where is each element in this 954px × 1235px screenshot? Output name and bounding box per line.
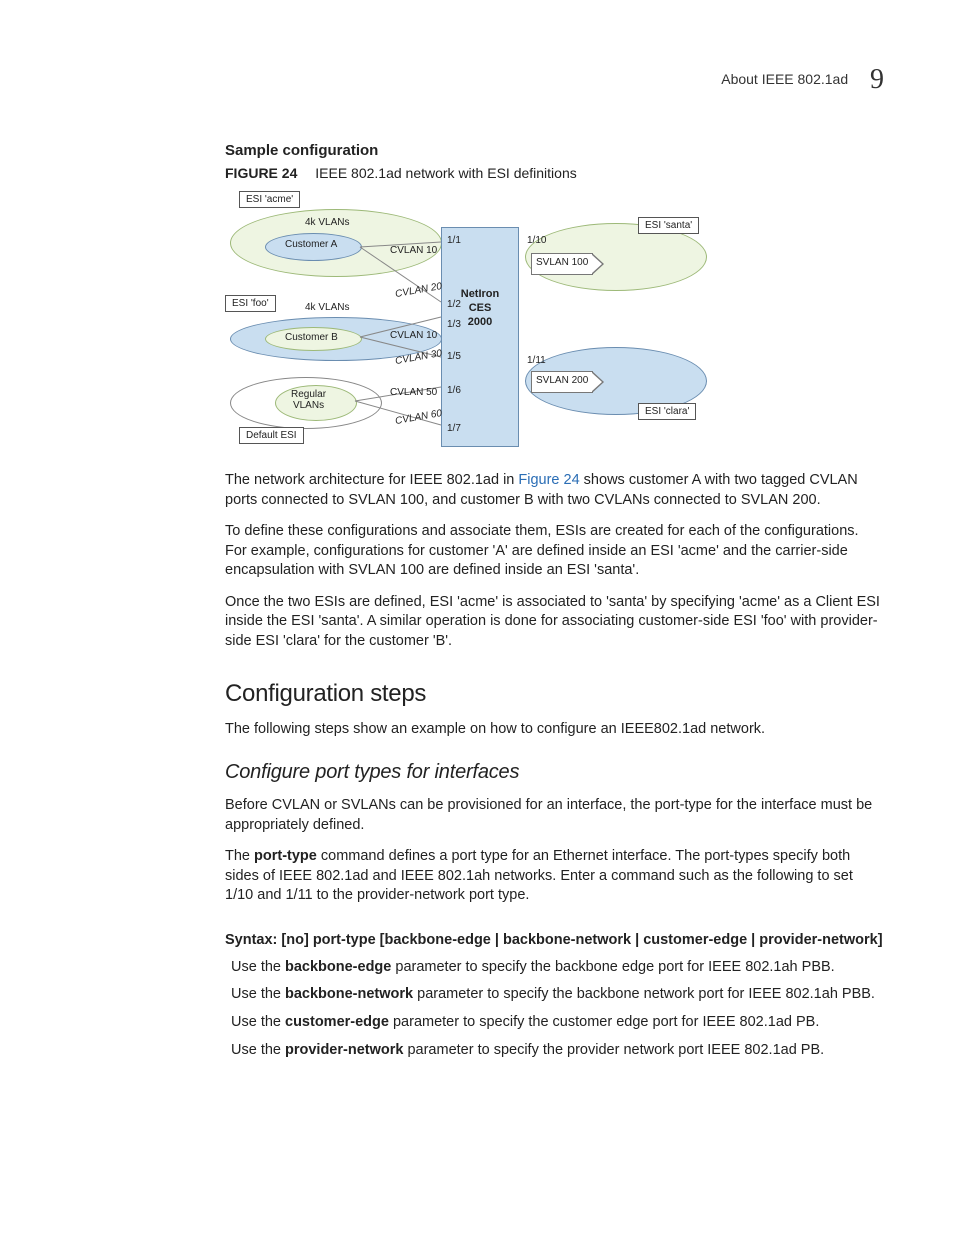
figure-diagram: NetIron CES 2000 ESI 'acme' ESI 'foo' xyxy=(225,187,725,455)
running-header: About IEEE 802.1ad 9 xyxy=(721,64,884,96)
chapter-number: 9 xyxy=(870,64,884,95)
parameter-list: Use the backbone-edge parameter to speci… xyxy=(225,958,884,1060)
page: About IEEE 802.1ad 9 Sample configuratio… xyxy=(0,0,954,1235)
figure-caption-text: IEEE 802.1ad network with ESI definition… xyxy=(315,165,576,181)
pn-c: parameter to specify the provider networ… xyxy=(403,1042,824,1058)
bn-b: backbone-network xyxy=(285,986,413,1002)
pn-b: provider-network xyxy=(285,1042,403,1058)
syntax-body: [no] port-type [backbone-edge | backbone… xyxy=(281,932,882,948)
paragraph-2: To define these configurations and assoc… xyxy=(225,522,884,581)
text-cvlan10b: CVLAN 10 xyxy=(390,330,437,341)
text-cvlan10: CVLAN 10 xyxy=(390,245,437,256)
pn-a: Use the xyxy=(231,1042,285,1058)
port-1-10: 1/10 xyxy=(527,235,546,246)
p6c: command defines a port type for an Ether… xyxy=(225,848,853,903)
arrow-svlan-100: SVLAN 100 xyxy=(531,253,593,275)
p1a: The network architecture for IEEE 802.1a… xyxy=(225,472,518,488)
header-title: About IEEE 802.1ad xyxy=(721,71,848,87)
label-esi-foo: ESI 'foo' xyxy=(225,295,276,312)
text-customer-a: Customer A xyxy=(285,239,337,250)
port-1-1: 1/1 xyxy=(447,235,461,246)
arrow-svlan-200: SVLAN 200 xyxy=(531,371,593,393)
label-esi-clara: ESI 'clara' xyxy=(638,403,696,420)
port-1-6: 1/6 xyxy=(447,385,461,396)
port-type-keyword: port-type xyxy=(254,848,317,864)
text-cvlan50: CVLAN 50 xyxy=(390,387,437,398)
heading-configuration-steps: Configuration steps xyxy=(225,680,884,708)
content: Sample configuration FIGURE 24 IEEE 802.… xyxy=(225,142,884,1060)
bn-c: parameter to specify the backbone networ… xyxy=(413,986,875,1002)
param-customer-edge: Use the customer-edge parameter to speci… xyxy=(231,1013,884,1033)
port-1-2: 1/2 xyxy=(447,299,461,310)
text-regular-vlans: Regular VLANs xyxy=(291,389,326,411)
paragraph-4: The following steps show an example on h… xyxy=(225,720,884,740)
param-backbone-network: Use the backbone-network parameter to sp… xyxy=(231,985,884,1005)
text-4k-vlans-b: 4k VLANs xyxy=(305,302,349,313)
syntax-line: Syntax: [no] port-type [backbone-edge | … xyxy=(225,932,884,948)
p6a: The xyxy=(225,848,254,864)
bn-a: Use the xyxy=(231,986,285,1002)
label-default-esi: Default ESI xyxy=(239,427,304,444)
paragraph-3: Once the two ESIs are defined, ESI 'acme… xyxy=(225,593,884,652)
figure-link[interactable]: Figure 24 xyxy=(518,472,579,488)
be-b: backbone-edge xyxy=(285,959,391,975)
port-1-3: 1/3 xyxy=(447,319,461,330)
paragraph-6: The port-type command defines a port typ… xyxy=(225,847,884,906)
heading-configure-port-types: Configure port types for interfaces xyxy=(225,761,884,784)
label-esi-santa: ESI 'santa' xyxy=(638,217,699,234)
ce-b: customer-edge xyxy=(285,1014,389,1030)
paragraph-5: Before CVLAN or SVLANs can be provisione… xyxy=(225,796,884,835)
sample-configuration-heading: Sample configuration xyxy=(225,142,884,159)
param-backbone-edge: Use the backbone-edge parameter to speci… xyxy=(231,958,884,978)
port-1-11: 1/11 xyxy=(527,355,546,366)
figure-caption: FIGURE 24 IEEE 802.1ad network with ESI … xyxy=(225,165,884,181)
text-customer-b: Customer B xyxy=(285,332,338,343)
text-4k-vlans-a: 4k VLANs xyxy=(305,217,349,228)
label-esi-acme: ESI 'acme' xyxy=(239,191,300,208)
ce-c: parameter to specify the customer edge p… xyxy=(389,1014,819,1030)
port-1-7: 1/7 xyxy=(447,423,461,434)
figure-label: FIGURE 24 xyxy=(225,165,297,181)
syntax-lead: Syntax: xyxy=(225,932,281,948)
port-1-5: 1/5 xyxy=(447,351,461,362)
param-provider-network: Use the provider-network parameter to sp… xyxy=(231,1041,884,1061)
be-c: parameter to specify the backbone edge p… xyxy=(391,959,834,975)
paragraph-1: The network architecture for IEEE 802.1a… xyxy=(225,471,884,510)
ce-a: Use the xyxy=(231,1014,285,1030)
be-a: Use the xyxy=(231,959,285,975)
